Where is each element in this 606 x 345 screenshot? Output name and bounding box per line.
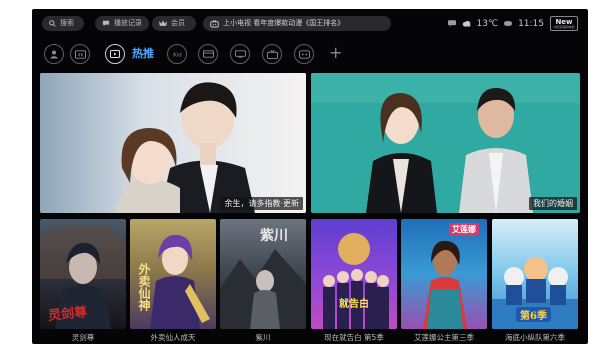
nav-anime[interactable] bbox=[294, 44, 314, 64]
tv-series-icon bbox=[234, 50, 246, 58]
hero-right-artwork bbox=[311, 73, 580, 213]
tv-home-screen: 搜索 播放记录 会员 上小电视 看年度爆款动漫《国王排名》 13℃ 11:15 … bbox=[32, 9, 588, 344]
search-label: 搜索 bbox=[60, 19, 74, 27]
anime-icon bbox=[298, 49, 310, 59]
poster-title: 现在就告白 第5季 bbox=[324, 333, 384, 342]
clock: 11:15 bbox=[518, 18, 544, 29]
kids-icon bbox=[50, 50, 58, 59]
search-button[interactable]: 搜索 bbox=[42, 16, 84, 31]
poster-card[interactable]: 第6季 bbox=[492, 219, 578, 329]
hero-left-artwork bbox=[40, 73, 306, 213]
message-icon bbox=[447, 20, 456, 27]
svg-text:4K: 4K bbox=[77, 52, 84, 58]
brand-logo: New 中国互联网电视 bbox=[550, 16, 578, 31]
kid-icon: Kid bbox=[173, 52, 182, 58]
poster-tag: 第6季 bbox=[516, 307, 551, 322]
tv-icon bbox=[210, 19, 219, 27]
weather-cloud-icon bbox=[462, 20, 470, 27]
poster-title: 紫川 bbox=[255, 333, 271, 342]
svg-text:Kid: Kid bbox=[173, 52, 182, 58]
vip-button[interactable]: 会员 bbox=[152, 16, 196, 31]
poster-artwork bbox=[323, 233, 389, 329]
top-bar: 搜索 播放记录 会员 上小电视 看年度爆款动漫《国王排名》 13℃ 11:15 … bbox=[32, 9, 588, 39]
poster-title: 灵剑尊 bbox=[71, 333, 95, 342]
poster-title: 艾莲娜公主第三季 bbox=[414, 333, 474, 342]
poster-tag: 艾莲娜 bbox=[449, 223, 479, 236]
channel-nav: 4K 热推 Kid + bbox=[32, 41, 588, 67]
poster-title: 海底小纵队第六季 bbox=[505, 333, 565, 342]
promo-banner[interactable]: 上小电视 看年度爆款动漫《国王排名》 bbox=[203, 16, 391, 31]
poster-title: 外卖仙人成天 bbox=[150, 333, 196, 342]
crown-icon bbox=[159, 20, 167, 26]
chat-history-icon bbox=[102, 20, 110, 27]
temperature: 13℃ bbox=[476, 18, 499, 29]
poster-card[interactable]: 艾莲娜 bbox=[401, 219, 487, 329]
history-button[interactable]: 播放记录 bbox=[95, 16, 149, 31]
nav-kids[interactable] bbox=[44, 44, 64, 64]
nav-sports[interactable]: 4K bbox=[70, 44, 90, 64]
nav-movie[interactable] bbox=[198, 44, 218, 64]
status-area: 13℃ 11:15 New 中国互联网电视 bbox=[447, 16, 578, 31]
poster-tag: 灵剑尊 bbox=[47, 304, 88, 324]
recommend-icon bbox=[110, 49, 120, 58]
poster-card[interactable]: 灵剑尊 bbox=[40, 219, 126, 329]
variety-icon bbox=[266, 49, 278, 59]
network-icon bbox=[504, 21, 513, 26]
nav-variety[interactable] bbox=[262, 44, 282, 64]
poster-row: 灵剑尊 灵剑尊 外卖仙神 外卖仙人成天 紫川 紫川 就告白 现在就告白 第5季 … bbox=[32, 219, 588, 344]
hero-banner-right[interactable]: 我们的婚姻 bbox=[311, 73, 580, 213]
sports-icon: 4K bbox=[74, 49, 86, 59]
nav-recommend[interactable] bbox=[105, 44, 125, 64]
hero-right-caption: 我们的婚姻 bbox=[529, 197, 577, 210]
vip-label: 会员 bbox=[171, 19, 185, 27]
hero-left-caption: 余生，请多指教·更新 bbox=[220, 197, 303, 210]
promo-text: 上小电视 看年度爆款动漫《国王排名》 bbox=[223, 19, 345, 27]
poster-card[interactable]: 外卖仙神 bbox=[130, 219, 216, 329]
nav-active-label[interactable]: 热推 bbox=[132, 46, 154, 62]
hero-banner-left[interactable]: 余生，请多指教·更新 bbox=[40, 73, 306, 213]
poster-tag: 紫川 bbox=[260, 228, 288, 244]
movie-icon bbox=[202, 50, 214, 58]
search-icon bbox=[49, 20, 56, 27]
history-label: 播放记录 bbox=[114, 19, 142, 27]
brand-logo-subtext: 中国互联网电视 bbox=[553, 24, 575, 29]
poster-tag: 外卖仙神 bbox=[137, 263, 151, 311]
nav-tv[interactable] bbox=[230, 44, 250, 64]
poster-tag: 就告白 bbox=[339, 299, 369, 310]
nav-kid[interactable]: Kid bbox=[167, 44, 187, 64]
add-channel-button[interactable]: + bbox=[329, 43, 342, 63]
poster-card[interactable]: 就告白 bbox=[311, 219, 397, 329]
poster-card[interactable]: 紫川 bbox=[220, 219, 306, 329]
